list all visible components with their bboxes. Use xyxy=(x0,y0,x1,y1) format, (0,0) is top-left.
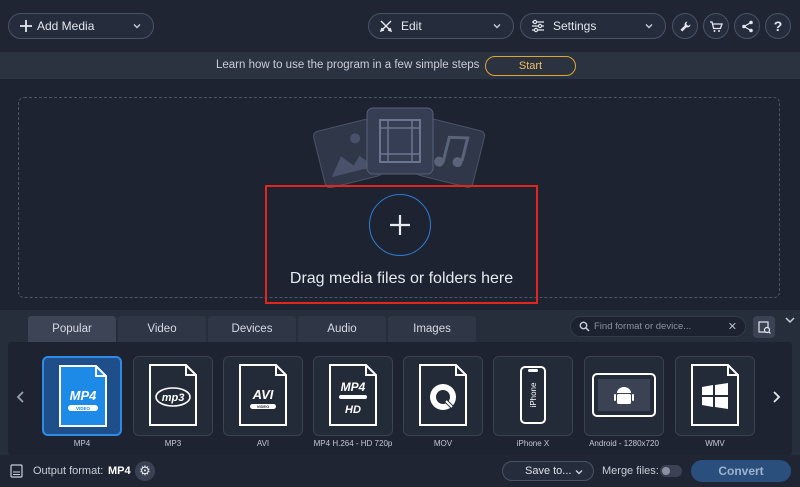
format-label-mp3: MP3 xyxy=(164,439,182,448)
tab-video[interactable]: Video xyxy=(118,316,206,342)
format-label-mp4: MP4 xyxy=(73,439,91,448)
format-tile-mp3[interactable]: mp3 xyxy=(133,356,213,436)
svg-text:iPhone: iPhone xyxy=(529,382,538,407)
share-icon xyxy=(741,20,754,33)
drop-zone-text: Drag media files or folders here xyxy=(289,270,514,287)
media-files-illustration xyxy=(310,106,490,189)
merge-files-toggle[interactable] xyxy=(660,465,682,477)
mp3-icon: mp3 xyxy=(149,364,197,426)
tutorial-banner: Learn how to use the program in a few si… xyxy=(0,52,800,79)
output-format-label: Output format: xyxy=(33,465,104,477)
output-format-value: MP4 xyxy=(108,465,131,477)
tab-popular[interactable]: Popular xyxy=(28,316,116,342)
search-input[interactable] xyxy=(594,321,724,332)
output-format-icon xyxy=(10,464,23,478)
toggle-knob xyxy=(662,467,670,475)
format-tile-mp4[interactable]: MP4 VIDEO xyxy=(42,356,122,436)
add-media-label: Add Media xyxy=(37,19,95,33)
edit-label: Edit xyxy=(401,19,422,33)
format-search: ✕ xyxy=(570,316,746,337)
output-settings-button[interactable]: ⚙ xyxy=(135,461,155,481)
help-button[interactable]: ? xyxy=(765,13,791,39)
mp4-icon: MP4 VIDEO xyxy=(59,365,107,427)
convert-button[interactable]: Convert xyxy=(691,460,791,482)
top-toolbar: Add Media Edit Settings ? xyxy=(0,0,800,52)
edit-button[interactable]: Edit xyxy=(368,13,514,39)
svg-text:VIDEO: VIDEO xyxy=(257,404,269,409)
tools-button[interactable] xyxy=(672,13,698,39)
svg-text:mp3: mp3 xyxy=(162,392,185,404)
format-tabs: Popular Video Devices Audio Images xyxy=(28,316,478,342)
svg-text:AVI: AVI xyxy=(252,387,274,402)
tab-devices[interactable]: Devices xyxy=(208,316,296,342)
format-label-mp4-hd: MP4 H.264 - HD 720p xyxy=(313,439,393,448)
scissors-icon xyxy=(379,19,393,33)
add-media-button[interactable]: Add Media xyxy=(8,13,154,39)
format-label-mov: MOV xyxy=(433,439,453,448)
quicktime-icon xyxy=(419,364,467,426)
save-to-button[interactable]: Save to... xyxy=(502,461,594,481)
android-tablet-icon xyxy=(592,373,656,417)
settings-label: Settings xyxy=(553,19,597,33)
import-icon xyxy=(757,320,771,334)
format-label-avi: AVI xyxy=(256,439,270,448)
store-button[interactable] xyxy=(703,13,729,39)
search-icon xyxy=(579,321,590,332)
windows-icon xyxy=(691,364,739,426)
mp4-hd-icon: MP4 HD xyxy=(329,364,377,426)
add-files-button[interactable] xyxy=(369,194,431,256)
scroll-right-button[interactable] xyxy=(770,390,782,404)
format-label-iphone-x: iPhone X xyxy=(516,439,550,448)
share-button[interactable] xyxy=(734,13,760,39)
merge-files-label: Merge files: xyxy=(602,465,659,477)
svg-text:VIDEO: VIDEO xyxy=(76,406,91,411)
import-format-button[interactable] xyxy=(753,316,775,338)
app-window: Add Media Edit Settings ? Learn how to u… xyxy=(0,0,800,487)
iphone-icon: iPhone xyxy=(520,366,546,424)
chevron-down-icon xyxy=(491,20,503,32)
format-label-wmv: WMV xyxy=(705,439,725,448)
clear-search-icon[interactable]: ✕ xyxy=(728,320,737,333)
start-button[interactable]: Start xyxy=(485,56,576,76)
chevron-down-icon xyxy=(131,20,143,32)
avi-icon: AVI VIDEO xyxy=(239,364,287,426)
tab-audio[interactable]: Audio xyxy=(298,316,386,342)
chevron-down-icon xyxy=(573,466,585,478)
chevron-right-icon xyxy=(770,390,782,404)
format-tile-android[interactable] xyxy=(584,356,664,436)
chevron-down-icon xyxy=(782,312,798,328)
format-tile-avi[interactable]: AVI VIDEO xyxy=(223,356,303,436)
save-to-label: Save to... xyxy=(525,465,572,477)
svg-text:MP4: MP4 xyxy=(70,388,98,403)
chevron-down-icon xyxy=(643,20,655,32)
settings-button[interactable]: Settings xyxy=(520,13,666,39)
gear-icon: ⚙ xyxy=(139,463,151,478)
format-tile-mp4-hd[interactable]: MP4 HD xyxy=(313,356,393,436)
collapse-panel-button[interactable] xyxy=(782,312,798,328)
cart-icon xyxy=(709,20,723,33)
plus-icon xyxy=(19,19,33,33)
format-tile-iphone-x[interactable]: iPhone xyxy=(493,356,573,436)
scroll-left-button[interactable] xyxy=(15,390,27,404)
tab-images[interactable]: Images xyxy=(388,316,476,342)
plus-icon xyxy=(388,213,412,237)
chevron-left-icon xyxy=(15,390,27,404)
help-icon: ? xyxy=(773,18,783,34)
svg-text:HD: HD xyxy=(345,404,361,416)
svg-text:MP4: MP4 xyxy=(341,380,366,394)
sliders-icon xyxy=(531,19,545,33)
wrench-icon xyxy=(679,20,692,33)
format-tile-wmv[interactable] xyxy=(675,356,755,436)
format-tile-mov[interactable] xyxy=(403,356,483,436)
format-label-android: Android - 1280x720 xyxy=(589,439,659,448)
banner-text: Learn how to use the program in a few si… xyxy=(216,59,480,71)
